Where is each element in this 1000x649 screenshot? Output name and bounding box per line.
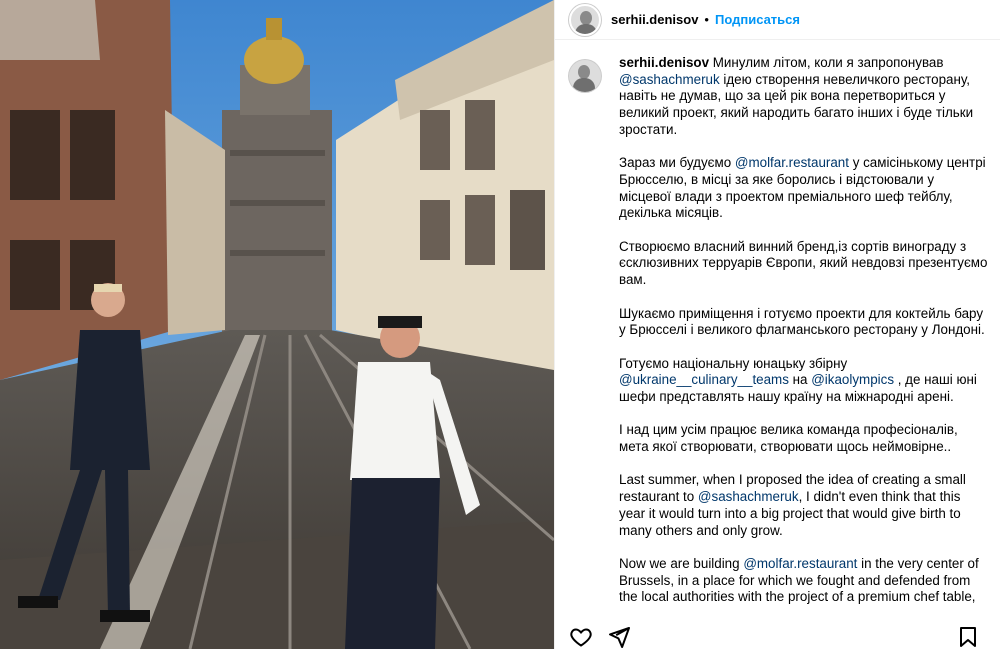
caption-text: Now we are building — [619, 555, 744, 571]
caption-text: І над цим усім працює велика команда про… — [619, 422, 958, 455]
heart-icon[interactable] — [569, 625, 593, 649]
header-separator: • — [704, 12, 709, 27]
caption-paragraph: serhii.denisov Минулим літом, коли я зап… — [619, 55, 989, 139]
send-icon[interactable] — [607, 625, 631, 649]
mention-link[interactable]: @sashachmeruk — [619, 72, 720, 87]
author-username[interactable]: serhii.denisov — [611, 12, 698, 27]
caption-text: Минулим літом, коли я запропонував — [712, 55, 944, 70]
caption-text: на — [788, 372, 812, 388]
post-photo — [0, 0, 554, 649]
mention-link[interactable]: @ikaolympics — [811, 372, 894, 387]
post-header: serhii.denisov • Подписаться — [555, 0, 1000, 40]
caption-row: serhii.denisov Минулим літом, коли я зап… — [555, 55, 1000, 623]
caption-text: Шукаємо приміщення і готуємо проекти для… — [619, 305, 985, 338]
mention-link[interactable]: @sashachmeruk — [698, 489, 799, 504]
caption-paragraph: Зараз ми будуємо @molfar.restaurant у са… — [619, 155, 989, 222]
caption-username[interactable]: serhii.denisov — [619, 55, 713, 70]
caption-text: Готуємо національну юнацьку збірну — [619, 355, 848, 371]
action-bar — [555, 625, 1000, 649]
post-sidebar: serhii.denisov • Подписаться serhii.deni… — [554, 0, 1000, 649]
caption-paragraph: Готуємо національну юнацьку збірну @ukra… — [619, 356, 989, 406]
author-avatar[interactable] — [569, 3, 601, 36]
caption-text: Зараз ми будуємо — [619, 155, 735, 171]
caption-paragraph: І над цим усім працює велика команда про… — [619, 422, 989, 455]
caption-paragraph: Last summer, when I proposed the idea of… — [619, 472, 989, 539]
mention-link[interactable]: @ukraine__culinary__teams — [619, 372, 789, 387]
mention-link[interactable]: @molfar.restaurant — [735, 155, 849, 170]
caption-avatar[interactable] — [569, 60, 601, 92]
follow-button[interactable]: Подписаться — [715, 12, 800, 27]
caption-paragraph: Створюємо власний винний бренд,із сортів… — [619, 239, 989, 289]
mention-link[interactable]: @molfar.restaurant — [743, 556, 857, 571]
caption-paragraph: Шукаємо приміщення і готуємо проекти для… — [619, 306, 989, 339]
caption-text: Створюємо власний винний бренд,із сортів… — [619, 238, 988, 288]
post-caption: serhii.denisov Минулим літом, коли я зап… — [619, 55, 989, 623]
bookmark-icon[interactable] — [956, 625, 980, 649]
comments-area[interactable]: serhii.denisov Минулим літом, коли я зап… — [555, 55, 1000, 649]
caption-paragraph: Now we are building @molfar.restaurant i… — [619, 556, 989, 606]
